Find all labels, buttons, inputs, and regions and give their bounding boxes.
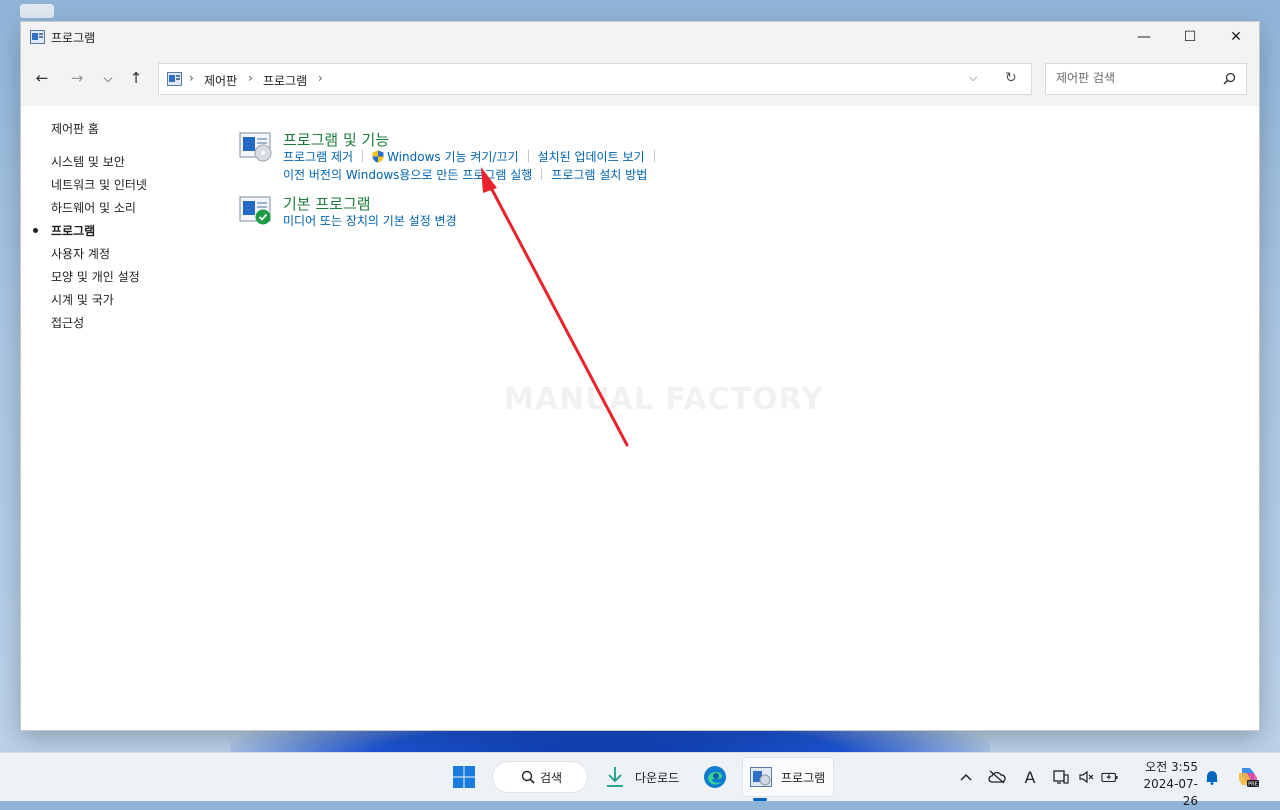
window-title: 프로그램 — [51, 31, 96, 45]
active-bullet — [33, 228, 38, 233]
category-title-default-programs[interactable]: 기본 프로그램 — [283, 193, 371, 214]
device-icon[interactable] — [1052, 768, 1070, 786]
taskbar-search-button[interactable]: 검색 — [492, 761, 588, 793]
sidebar-item-user-accounts[interactable]: 사용자 계정 — [51, 245, 110, 262]
cloud-offline-icon[interactable] — [988, 768, 1006, 786]
sidebar-item-programs[interactable]: 프로그램 — [33, 222, 96, 239]
sidebar-item-accessibility[interactable]: 접근성 — [51, 314, 84, 331]
battery-icon[interactable] — [1101, 768, 1119, 786]
search-icon — [521, 770, 535, 784]
uac-shield-icon — [372, 150, 384, 164]
default-programs-icon[interactable] — [239, 194, 273, 228]
sidebar-item-network[interactable]: 네트워크 및 인터넷 — [51, 176, 147, 193]
breadcrumb-separator[interactable]: › — [189, 71, 194, 85]
windows-features-link[interactable]: Windows 기능 켜기/끄기 — [387, 150, 518, 164]
uninstall-program-link[interactable]: 프로그램 제거 — [283, 150, 353, 164]
forward-arrow-icon: → — [70, 69, 84, 87]
category-links-row: 미디어 또는 장치의 기본 설정 변경 — [283, 212, 457, 229]
copilot-icon[interactable]: PRE — [1236, 765, 1260, 789]
title-bar[interactable]: 프로그램 — ☐ ✕ — [21, 22, 1259, 52]
up-button[interactable]: ↑ — [125, 67, 147, 89]
breadcrumb-separator[interactable]: › — [248, 71, 253, 85]
taskbar-programs-button[interactable]: 프로그램 — [750, 759, 825, 795]
search-input[interactable] — [1054, 70, 1218, 86]
control-panel-icon — [30, 30, 45, 47]
sidebar-item-label: 프로그램 — [51, 224, 96, 238]
taskbar: 검색 다운로드 프로그램 A 오전 3:55 2024-07-26 PRE — [0, 752, 1280, 808]
how-to-install-link[interactable]: 프로그램 설치 방법 — [551, 168, 647, 182]
link-divider — [541, 168, 543, 180]
taskbar-programs-label: 프로그램 — [781, 770, 826, 785]
control-panel-icon — [167, 72, 182, 89]
clock-date: 2024-07-26 — [1143, 777, 1198, 808]
sidebar-item-hardware[interactable]: 하드웨어 및 소리 — [51, 199, 136, 216]
control-panel-icon — [750, 767, 772, 787]
notification-bell-icon[interactable] — [1203, 768, 1221, 786]
maximize-button[interactable]: ☐ — [1167, 22, 1213, 52]
sidebar-item-appearance[interactable]: 모양 및 개인 설정 — [51, 268, 140, 285]
minimize-button[interactable]: — — [1121, 22, 1167, 52]
category-links-row: 프로그램 제거 Windows 기능 켜기/끄기 설치된 업데이트 보기 — [283, 148, 664, 165]
refresh-icon[interactable]: ↻ — [1005, 70, 1017, 86]
speaker-muted-icon[interactable] — [1078, 768, 1096, 786]
recent-locations-button[interactable]: ⌵ — [97, 67, 119, 89]
taskbar-downloads-button[interactable]: 다운로드 — [605, 759, 679, 795]
programs-features-icon[interactable] — [239, 130, 273, 164]
ime-icon[interactable]: A — [1021, 768, 1039, 787]
breadcrumb-control-panel[interactable]: 제어판 — [204, 72, 237, 89]
sidebar-item-clock-region[interactable]: 시계 및 국가 — [51, 291, 114, 308]
forward-button[interactable]: → — [66, 67, 88, 89]
category-title-programs-features[interactable]: 프로그램 및 기능 — [283, 129, 389, 150]
close-icon: ✕ — [1230, 29, 1242, 45]
navigation-bar: ← → ⌵ ↑ › 제어판 › 프로그램 › ⌵ ↻ — [21, 52, 1259, 106]
windows-logo-icon — [453, 766, 475, 788]
edge-browser-icon — [704, 766, 726, 788]
category-links-row: 이전 버전의 Windows용으로 만든 프로그램 실행 프로그램 설치 방법 — [283, 166, 647, 183]
download-icon — [607, 767, 623, 787]
show-hidden-icons-chevron-icon[interactable] — [957, 768, 975, 786]
link-divider — [362, 150, 364, 162]
chevron-down-icon: ⌵ — [103, 70, 113, 85]
link-divider — [653, 150, 655, 162]
address-bar[interactable]: › 제어판 › 프로그램 › ⌵ ↻ — [158, 63, 1032, 95]
close-button[interactable]: ✕ — [1213, 22, 1259, 52]
annotation-arrow — [481, 167, 629, 447]
svg-text:PRE: PRE — [1248, 782, 1258, 788]
link-divider — [527, 150, 529, 162]
taskbar-search-label: 검색 — [540, 770, 563, 785]
sidebar-item-home[interactable]: 제어판 홈 — [51, 120, 99, 137]
search-box[interactable] — [1045, 63, 1247, 95]
control-panel-window: 프로그램 — ☐ ✕ ← → ⌵ ↑ › 제어판 › 프로그램 › ⌵ ↻ 제어… — [21, 22, 1259, 730]
compatibility-program-link[interactable]: 이전 버전의 Windows용으로 만든 프로그램 실행 — [283, 168, 532, 182]
installed-updates-link[interactable]: 설치된 업데이트 보기 — [538, 150, 645, 164]
maximize-icon: ☐ — [1183, 29, 1197, 45]
taskbar-edge-button[interactable] — [703, 759, 727, 795]
breadcrumb-programs[interactable]: 프로그램 — [263, 72, 307, 89]
search-icon[interactable] — [1223, 72, 1236, 88]
watermark: MANUAL FACTORY — [504, 382, 824, 417]
taskbar-downloads-label: 다운로드 — [635, 770, 680, 785]
breadcrumb-separator[interactable]: › — [318, 71, 323, 85]
system-clock[interactable]: 오전 3:55 2024-07-26 — [1130, 759, 1198, 810]
address-history-dropdown[interactable]: ⌵ — [969, 71, 977, 85]
start-button[interactable] — [452, 759, 476, 795]
desktop-icon[interactable] — [20, 4, 54, 18]
back-button[interactable]: ← — [31, 67, 53, 89]
media-device-defaults-link[interactable]: 미디어 또는 장치의 기본 설정 변경 — [283, 214, 457, 228]
clock-time: 오전 3:55 — [1145, 760, 1198, 774]
sidebar-item-system-security[interactable]: 시스템 및 보안 — [51, 153, 125, 170]
minimize-icon: — — [1137, 29, 1151, 45]
back-arrow-icon: ← — [35, 69, 49, 87]
up-arrow-icon: ↑ — [129, 69, 143, 87]
